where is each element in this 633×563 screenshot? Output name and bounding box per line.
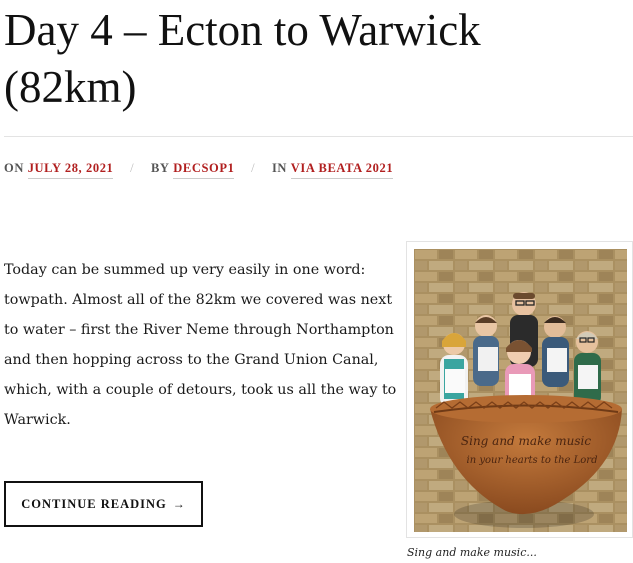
continue-reading-button[interactable]: CONTINUE READING → bbox=[4, 481, 203, 527]
meta-in-label: IN bbox=[271, 161, 288, 175]
meta-separator: / bbox=[130, 161, 135, 175]
arrow-right-icon: → bbox=[172, 496, 186, 511]
meta-on-label: ON bbox=[4, 161, 24, 175]
post-excerpt: Today can be summed up very easily in on… bbox=[4, 262, 397, 428]
image-caption: Sing and make music... bbox=[407, 546, 537, 559]
post-date-link[interactable]: JULY 28, 2021 bbox=[27, 161, 114, 179]
bowl-inscription-line1: Sing and make music bbox=[461, 434, 591, 448]
post-meta: ON JULY 28, 2021 / BY DECSOP1 / IN VIA B… bbox=[4, 161, 394, 179]
choir-sculpture-photo: Sing and make music in your hearts to th… bbox=[414, 249, 627, 532]
post-category-link[interactable]: VIA BEATA 2021 bbox=[290, 161, 394, 179]
continue-reading-label: CONTINUE READING bbox=[21, 496, 167, 511]
post-title[interactable]: Day 4 – Ecton to Warwick (82km) bbox=[4, 2, 624, 116]
post-featured-image[interactable]: Sing and make music in your hearts to th… bbox=[406, 241, 633, 538]
meta-by-label: BY bbox=[150, 161, 170, 175]
title-divider bbox=[4, 136, 633, 137]
meta-separator: / bbox=[251, 161, 256, 175]
post-author-link[interactable]: DECSOP1 bbox=[173, 161, 235, 179]
bowl-inscription-line2: in your hearts to the Lord bbox=[467, 455, 598, 466]
